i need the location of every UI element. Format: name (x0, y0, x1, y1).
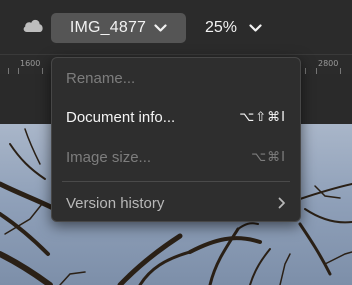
menu-item-image-size[interactable]: Image size... ⌥⌘I (66, 144, 286, 170)
ruler-label-right: 2800 (318, 59, 339, 68)
file-menu-dropdown: Rename... Document info... ⌥⇧⌘I Image si… (51, 57, 301, 222)
chevron-right-icon (278, 197, 285, 209)
chevron-down-icon (249, 23, 262, 32)
cloud-icon[interactable] (22, 17, 44, 33)
menu-item-label: Image size... (66, 148, 152, 166)
menu-item-shortcut: ⌥⌘I (251, 149, 286, 165)
file-name-label: IMG_4877 (69, 19, 147, 36)
top-toolbar: IMG_4877 25% (0, 0, 352, 54)
menu-item-shortcut: ⌥⇧⌘I (239, 109, 286, 125)
file-name-dropdown-button[interactable]: IMG_4877 (51, 13, 186, 43)
ruler-label-left: 1600 (20, 59, 41, 68)
menu-item-label: Version history (66, 194, 165, 212)
menu-item-label: Document info... (66, 108, 176, 126)
menu-item-document-info[interactable]: Document info... ⌥⇧⌘I (66, 104, 286, 130)
menu-item-rename[interactable]: Rename... (66, 65, 286, 91)
menu-item-version-history[interactable]: Version history (66, 190, 286, 216)
chevron-down-icon (154, 23, 167, 32)
menu-separator (62, 181, 290, 182)
zoom-level-label: 25% (205, 19, 238, 36)
zoom-dropdown[interactable]: 25% (205, 13, 262, 43)
menu-item-label: Rename... (66, 69, 136, 87)
